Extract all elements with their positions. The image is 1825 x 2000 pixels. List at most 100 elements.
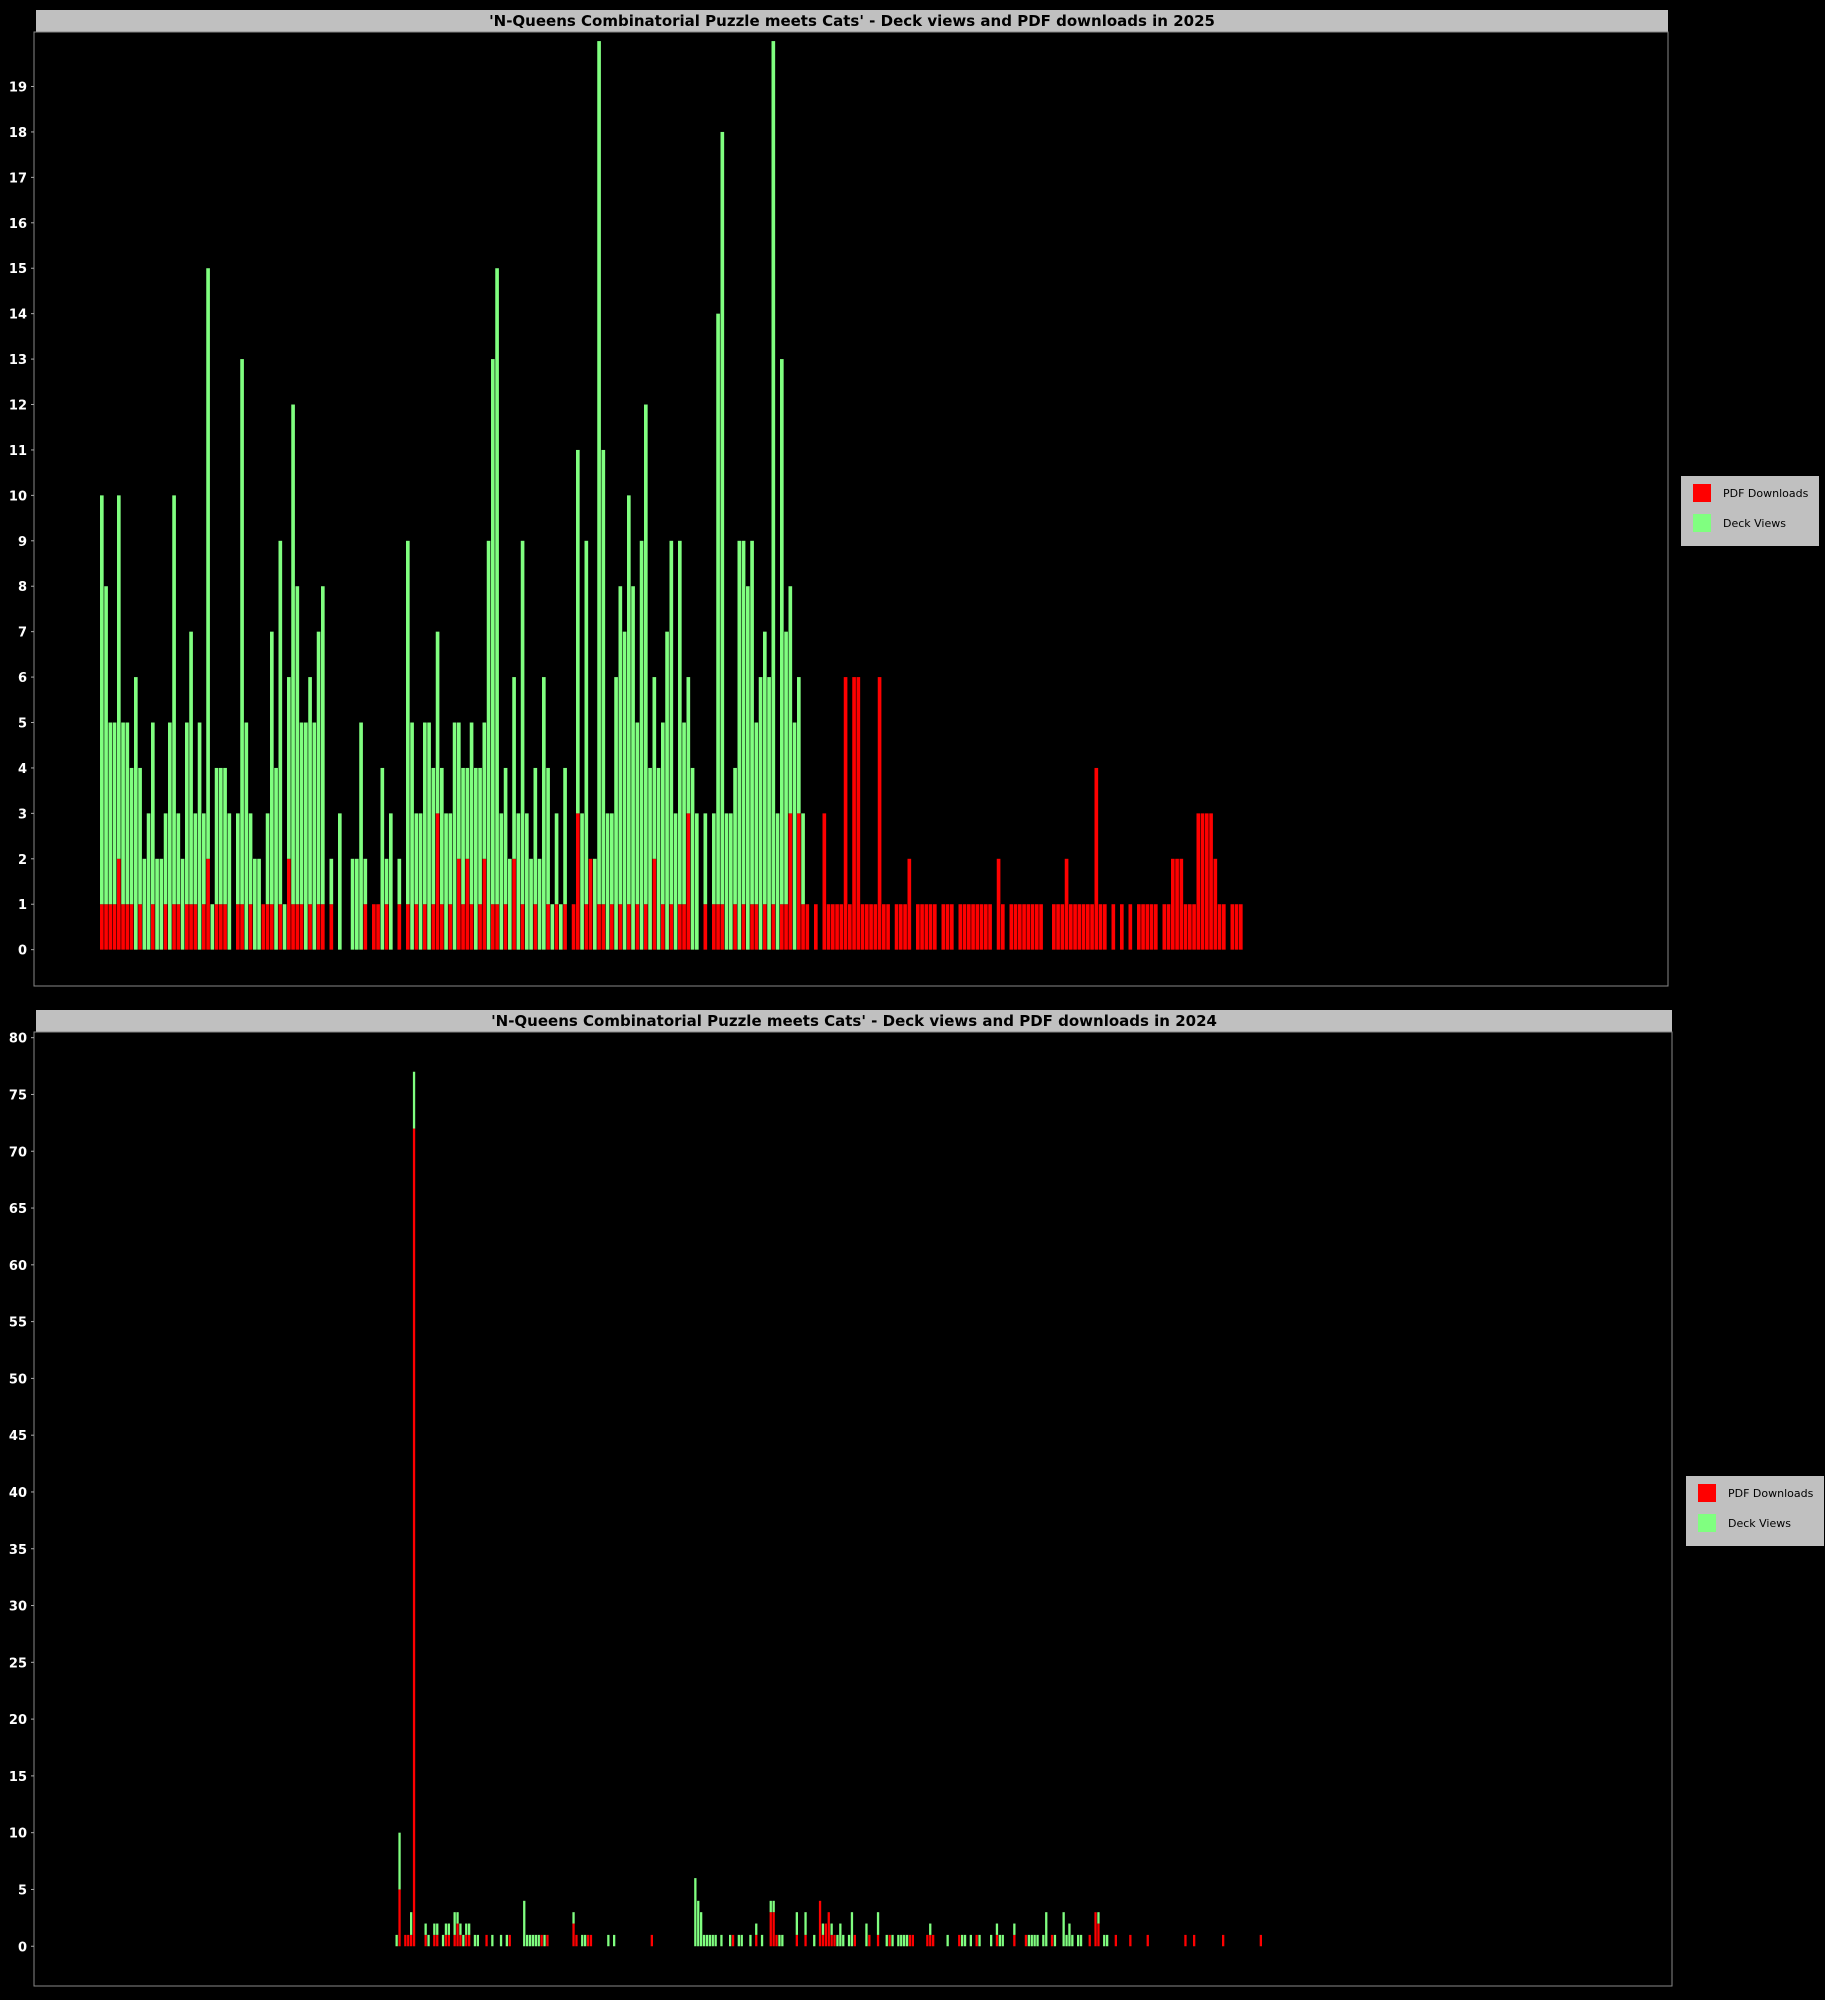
bar-pdf-downloads — [932, 1934, 935, 1947]
bar-pdf-downloads — [372, 904, 376, 950]
bar-deck-views — [961, 1934, 964, 1947]
bar-deck-views — [714, 1934, 717, 1947]
bar-deck-views — [1062, 1912, 1065, 1947]
bar-pdf-downloads — [788, 813, 793, 950]
bar-deck-views — [537, 1934, 540, 1947]
bar-pdf-downloads — [404, 1934, 407, 1947]
bar-deck-views — [440, 767, 444, 905]
bar-pdf-downloads — [652, 858, 657, 950]
bar-deck-views — [635, 722, 640, 905]
bar-deck-views — [304, 722, 308, 950]
bar-pdf-downloads — [104, 904, 108, 950]
chart-2024-svg: 'N-Queens Combinatorial Puzzle meets Cat… — [9, 1010, 1673, 1987]
bar-deck-views — [244, 722, 249, 950]
bar-pdf-downloads — [308, 904, 312, 950]
bar-pdf-downloads — [1060, 904, 1065, 950]
bar-pdf-downloads — [1205, 813, 1209, 950]
bar-pdf-downloads — [546, 1934, 549, 1947]
bar-pdf-downloads — [512, 858, 516, 950]
bar-deck-views — [1053, 1934, 1057, 1947]
bar-pdf-downloads — [108, 904, 113, 950]
bar-pdf-downloads — [716, 904, 720, 950]
bar-pdf-downloads — [795, 1934, 798, 1947]
bar-deck-views — [729, 1934, 732, 1947]
bar-deck-views — [847, 1934, 851, 1947]
bar-deck-views — [839, 1923, 842, 1947]
legend-2024: PDF Downloads Deck Views — [1686, 1476, 1824, 1546]
bar-deck-views — [505, 1934, 508, 1947]
bar-deck-views — [172, 495, 176, 905]
bar-pdf-downloads — [971, 904, 975, 950]
bar-deck-views — [749, 1934, 752, 1947]
bar-deck-views — [797, 677, 801, 814]
bar-deck-views — [690, 767, 695, 950]
bar-deck-views — [1071, 1934, 1074, 1947]
bar-deck-views — [627, 495, 631, 905]
bar-pdf-downloads — [750, 904, 754, 950]
bar-deck-views — [581, 1934, 584, 1947]
bar-deck-views — [784, 631, 788, 905]
bar-deck-views — [525, 813, 529, 950]
bar-deck-views — [804, 1912, 807, 1935]
y-tick-label: 50 — [9, 1372, 27, 1387]
bar-pdf-downloads — [865, 904, 869, 950]
bar-pdf-downloads — [1009, 904, 1014, 950]
legend-label: PDF Downloads — [1728, 1486, 1814, 1500]
bar-pdf-downloads — [801, 904, 805, 950]
bar-pdf-downloads — [1179, 858, 1184, 950]
bar-pdf-downloads — [533, 904, 538, 950]
y-tick-label: 13 — [9, 353, 27, 368]
bar-deck-views — [444, 1923, 448, 1935]
bar-pdf-downloads — [447, 1934, 450, 1947]
bar-pdf-downloads — [852, 677, 856, 950]
legend-swatch-views — [1698, 1514, 1716, 1532]
bar-pdf-downloads — [540, 1934, 543, 1947]
bar-deck-views — [550, 904, 555, 950]
bar-deck-views — [631, 586, 635, 950]
bar-deck-views — [503, 767, 508, 905]
legend-swatch-pdf — [1693, 484, 1711, 502]
bar-deck-views — [278, 540, 283, 905]
bar-deck-views — [763, 631, 767, 905]
bar-deck-views — [669, 540, 674, 905]
bar-pdf-downloads — [962, 904, 967, 950]
bar-deck-views — [758, 677, 763, 950]
bar-deck-views — [990, 1934, 993, 1947]
bar-pdf-downloads — [720, 904, 725, 950]
bar-pdf-downloads — [911, 1934, 914, 1947]
bar-pdf-downloads — [1013, 1934, 1016, 1947]
bar-pdf-downloads — [412, 1128, 416, 1947]
bar-deck-views — [572, 1912, 575, 1924]
bar-deck-views — [842, 1934, 845, 1947]
bar-deck-views — [329, 858, 334, 905]
bar-deck-views — [453, 1912, 456, 1935]
bar-pdf-downloads — [618, 904, 623, 950]
bar-pdf-downloads — [588, 858, 593, 950]
bar-deck-views — [584, 1934, 587, 1947]
y-tick-label: 60 — [9, 1259, 27, 1274]
y-tick-label: 0 — [18, 944, 27, 959]
bar-deck-views — [282, 904, 287, 950]
bar-deck-views — [682, 722, 686, 905]
bar-deck-views — [159, 858, 164, 950]
bar-deck-views — [771, 41, 776, 905]
bar-deck-views — [729, 813, 733, 950]
bar-deck-views — [529, 858, 533, 950]
bar-deck-views — [418, 813, 423, 950]
bar-pdf-downloads — [945, 904, 950, 950]
y-tick-label: 5 — [18, 717, 27, 732]
legend-item-deck-views: Deck Views — [1693, 513, 1786, 533]
bar-pdf-downloads — [1094, 767, 1099, 950]
bar-deck-views — [125, 722, 130, 905]
bar-pdf-downloads — [682, 904, 686, 950]
bar-pdf-downloads — [1230, 904, 1235, 950]
bar-deck-views — [605, 813, 610, 950]
bar-pdf-downloads — [185, 904, 189, 950]
bar-deck-views — [295, 586, 300, 905]
bar-deck-views — [836, 1934, 839, 1947]
bar-deck-views — [576, 449, 580, 814]
bar-deck-views — [457, 722, 461, 859]
bar-pdf-downloads — [763, 904, 767, 950]
y-tick-label: 2 — [18, 853, 27, 868]
bar-deck-views — [129, 767, 134, 905]
